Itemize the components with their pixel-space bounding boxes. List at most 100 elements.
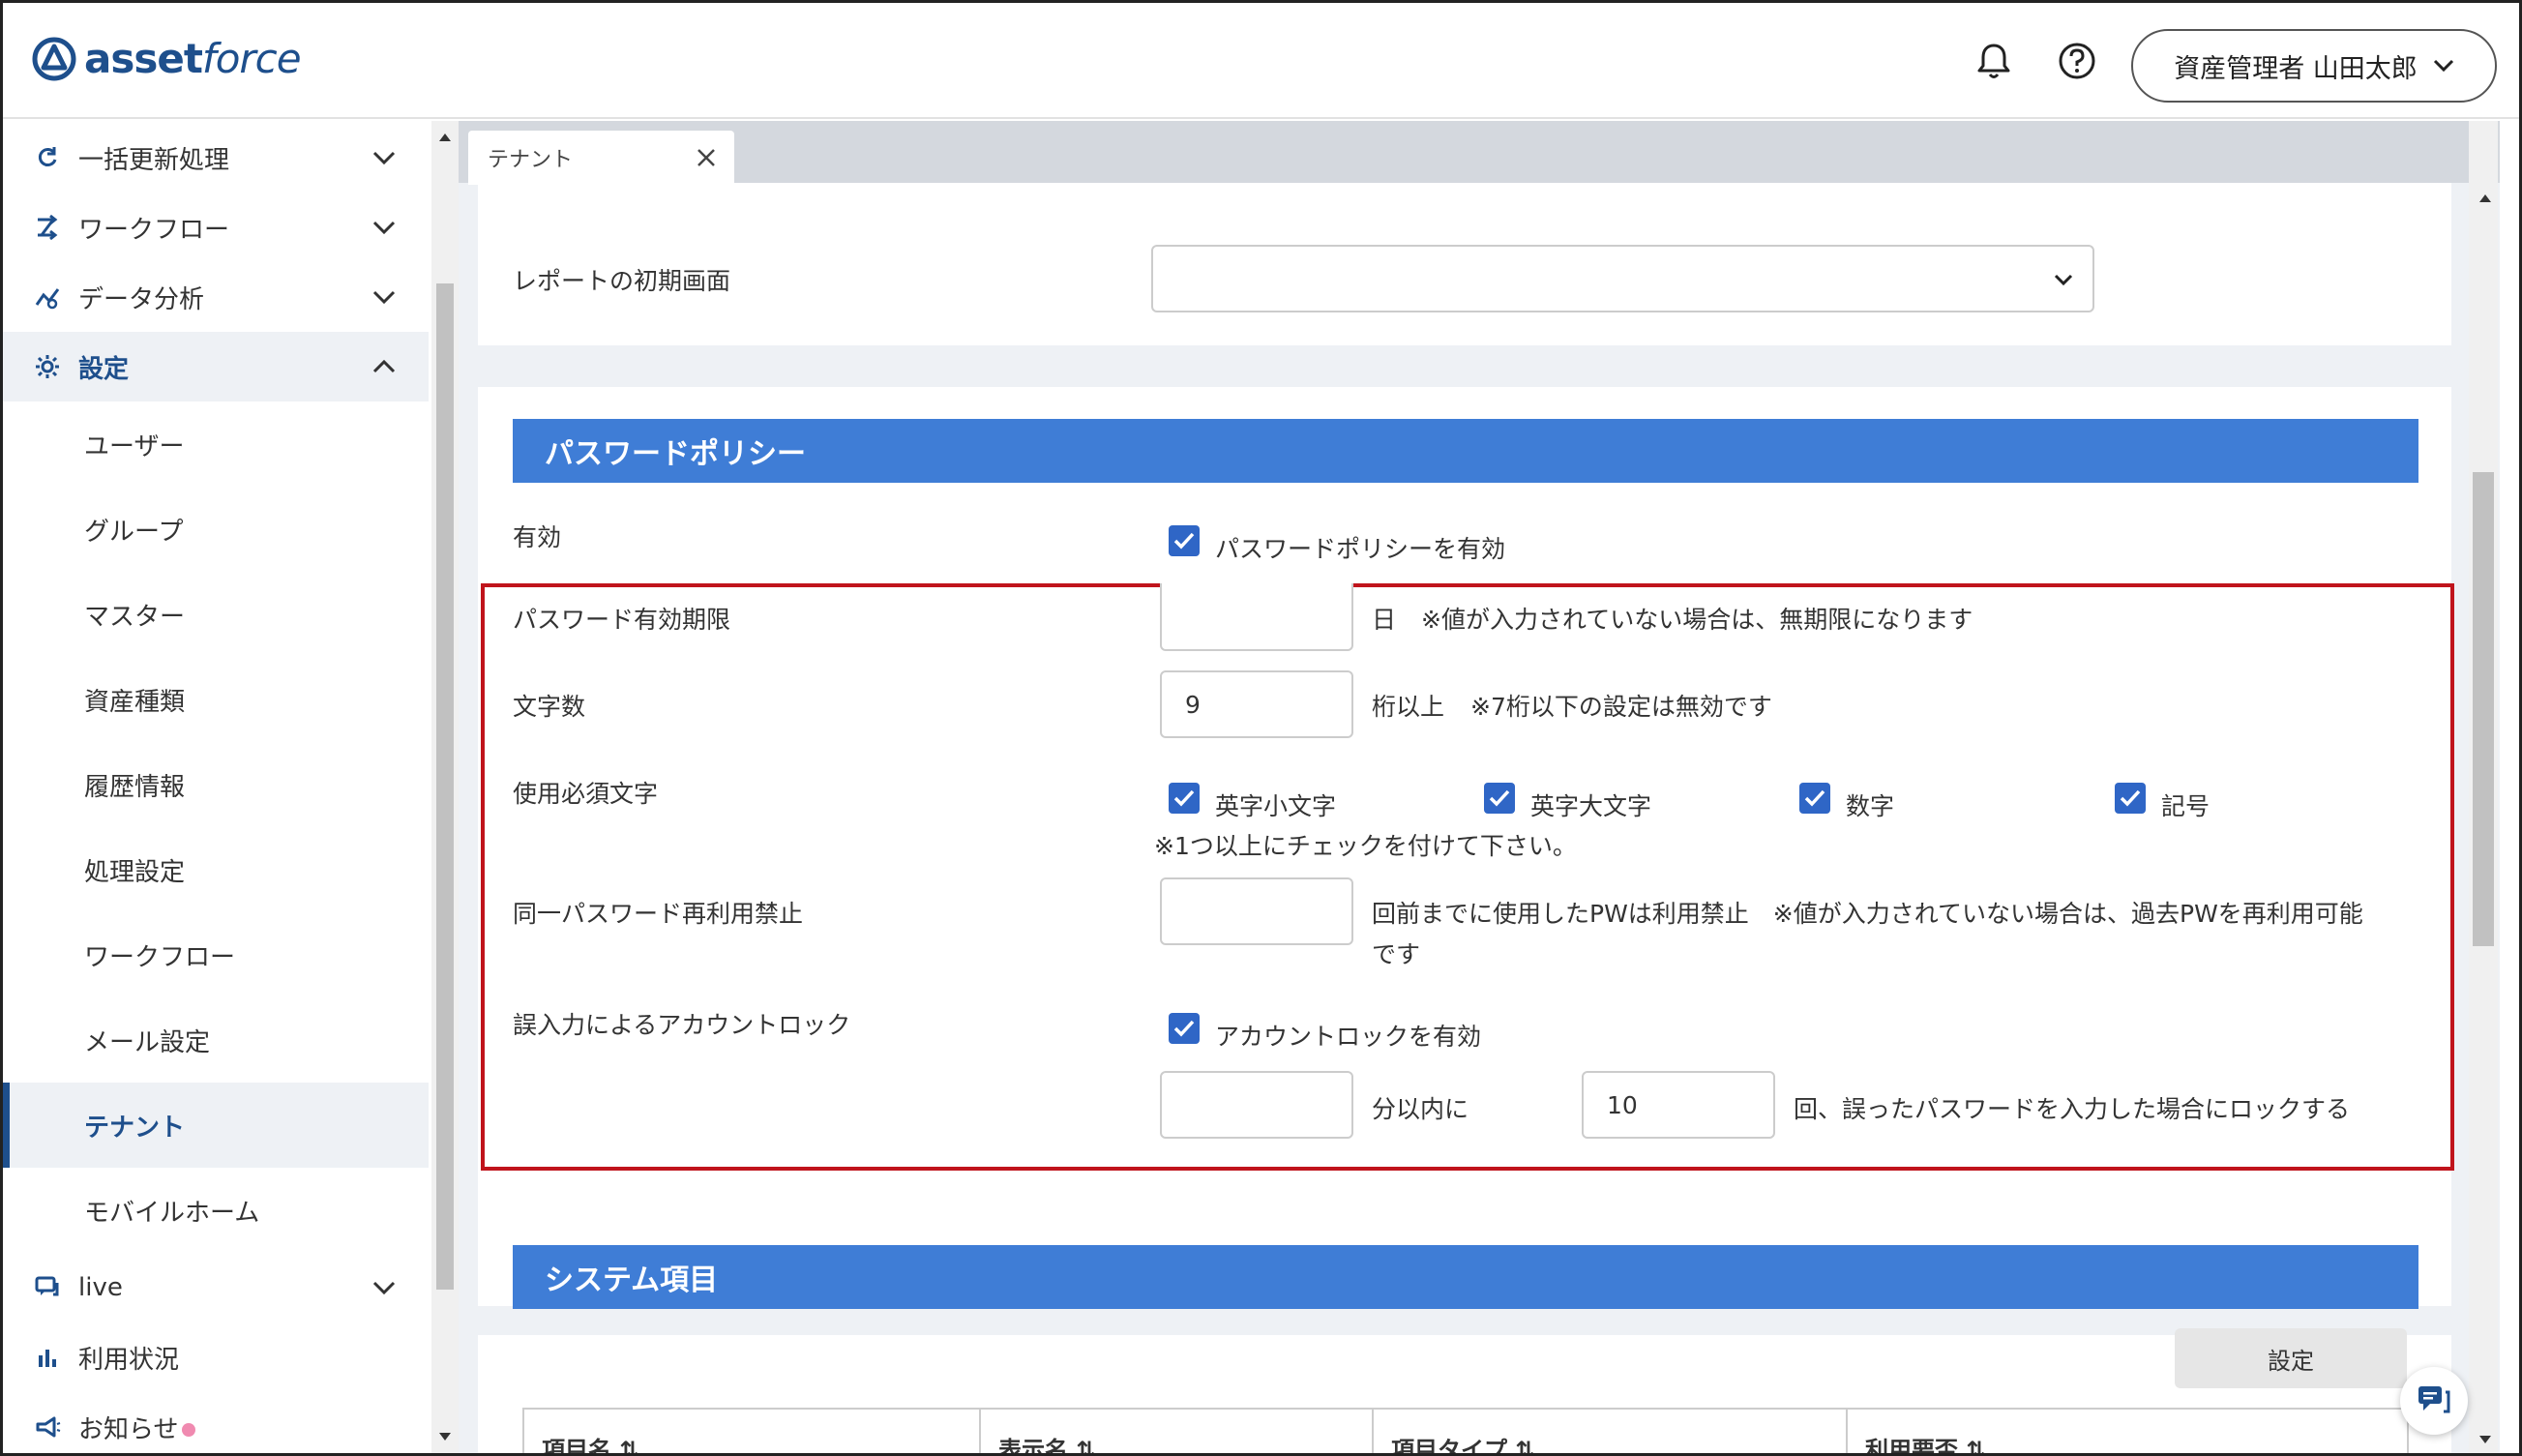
sidebar-subitem-processing[interactable]: 処理設定	[3, 827, 429, 912]
chevron-down-icon	[372, 151, 396, 164]
symbols-label: 記号	[2161, 792, 2210, 820]
lock-count-input[interactable]: 10	[1582, 1071, 1775, 1139]
tab-bar: テナント	[459, 121, 2500, 185]
length-input[interactable]: 9	[1160, 670, 1353, 738]
user-menu-button[interactable]: 資産管理者 山田太郎	[2131, 29, 2497, 103]
sidebar-item-news[interactable]: お知らせ	[3, 1392, 429, 1453]
user-name: 資産管理者 山田太郎	[2174, 53, 2418, 84]
sidebar-item-label: 一括更新処理	[78, 145, 230, 175]
chevron-down-icon	[372, 290, 396, 304]
column-header-display-name[interactable]: 表示名 ⇅	[998, 1431, 1096, 1456]
chat-icon	[2418, 1386, 2450, 1413]
column-header-usage[interactable]: 利用要否 ⇅	[1865, 1431, 1986, 1456]
chevron-down-icon	[2433, 59, 2453, 73]
column-divider	[1372, 1410, 1374, 1453]
workflow-icon	[38, 214, 58, 241]
account-lock-checkbox[interactable]	[1169, 1013, 1200, 1044]
sidebar-item-label: データ分析	[78, 284, 205, 314]
sidebar-item-label: ワークフロー	[78, 215, 230, 245]
refresh-icon	[38, 147, 57, 166]
length-unit: 桁以上	[1372, 693, 1445, 721]
required-chars-label: 使用必須文字	[513, 780, 659, 808]
sidebar-item-label: 設定	[78, 354, 130, 384]
logo[interactable]: assetforce	[32, 35, 302, 82]
expiry-label: パスワード有効期限	[513, 606, 731, 634]
check-icon	[1173, 789, 1195, 807]
logo-text: assetforce	[84, 35, 302, 82]
highlight-box	[481, 583, 2454, 1171]
scroll-up-arrow-icon[interactable]	[2477, 192, 2494, 205]
gear-icon	[36, 355, 59, 378]
sidebar-scrollbar-thumb[interactable]	[436, 283, 454, 1290]
scroll-up-arrow-icon[interactable]	[436, 131, 454, 144]
sidebar-item-label: live	[78, 1273, 123, 1302]
sidebar-item-bulk-update[interactable]: 一括更新処理	[3, 123, 429, 193]
digits-label: 数字	[1846, 792, 1895, 820]
report-initial-label: レポートの初期画面	[513, 267, 731, 295]
length-label: 文字数	[513, 693, 586, 721]
sidebar-item-data-analysis[interactable]: データ分析	[3, 262, 429, 332]
system-items-setting-button[interactable]: 設定	[2175, 1328, 2407, 1388]
check-icon	[2120, 789, 2141, 807]
check-icon	[1173, 532, 1195, 550]
sidebar-item-usage[interactable]: 利用状況	[3, 1322, 429, 1392]
chat-icon	[35, 1276, 59, 1296]
policy-enabled-checkbox[interactable]	[1169, 525, 1200, 556]
scroll-down-arrow-icon[interactable]	[436, 1430, 454, 1443]
reuse-input[interactable]	[1160, 877, 1353, 945]
policy-enabled-checkbox-label: パスワードポリシーを有効	[1215, 535, 1506, 563]
sidebar-subitem-mobile-home[interactable]: モバイルホーム	[3, 1168, 429, 1253]
lowercase-checkbox[interactable]	[1169, 783, 1200, 814]
symbols-checkbox[interactable]	[2115, 783, 2146, 814]
lock-count-note: 回、誤ったパスワードを入力した場合にロックする	[1794, 1095, 2351, 1123]
chat-fab-button[interactable]	[2400, 1367, 2468, 1435]
column-divider	[1846, 1410, 1848, 1453]
help-icon[interactable]	[2056, 40, 2098, 82]
sidebar-subitem-tenant[interactable]: テナント	[3, 1083, 429, 1168]
tab-tenant[interactable]: テナント	[468, 131, 734, 185]
sidebar-item-live[interactable]: live	[3, 1253, 429, 1322]
sidebar-subitem-users[interactable]: ユーザー	[3, 401, 429, 487]
check-icon	[1489, 789, 1510, 807]
expiry-unit: 日	[1372, 606, 1397, 634]
column-header-item-name[interactable]: 項目名 ⇅	[542, 1431, 639, 1456]
chevron-down-icon	[2054, 274, 2073, 285]
digits-checkbox[interactable]	[1799, 783, 1830, 814]
sidebar-subitem-history[interactable]: 履歴情報	[3, 742, 429, 827]
report-initial-select[interactable]	[1151, 245, 2094, 312]
sort-icon: ⇅	[619, 1437, 639, 1456]
lowercase-label: 英字小文字	[1215, 792, 1337, 820]
bar-chart-icon	[39, 1350, 56, 1367]
policy-enabled-label: 有効	[513, 523, 562, 551]
lock-minutes-input[interactable]	[1160, 1071, 1353, 1139]
scroll-down-arrow-icon[interactable]	[2477, 1433, 2494, 1446]
column-header-item-type[interactable]: 項目タイプ ⇅	[1391, 1431, 1535, 1456]
asset-force-logo-icon	[32, 37, 76, 80]
uppercase-checkbox[interactable]	[1484, 783, 1515, 814]
sidebar-item-settings[interactable]: 設定	[3, 332, 429, 401]
sidebar-subitem-asset-types[interactable]: 資産種類	[3, 657, 429, 742]
sidebar-subitem-groups[interactable]: グループ	[3, 487, 429, 572]
chevron-down-icon	[372, 221, 396, 234]
sidebar-subitem-master[interactable]: マスター	[3, 572, 429, 657]
sidebar: 一括更新処理 ワークフロー データ分析 設定 ユーザー グループ マスター 資産…	[3, 121, 429, 1453]
chevron-down-icon	[372, 1281, 396, 1294]
uppercase-label: 英字大文字	[1530, 792, 1652, 820]
reuse-note-line2: です	[1372, 940, 1421, 968]
main-scrollbar-thumb[interactable]	[2473, 472, 2494, 946]
sidebar-item-label: お知らせ	[78, 1410, 196, 1445]
password-policy-header: パスワードポリシー	[513, 419, 2418, 483]
close-icon[interactable]	[696, 147, 717, 168]
sidebar-subitem-mail[interactable]: メール設定	[3, 997, 429, 1083]
unread-dot	[182, 1423, 196, 1437]
sidebar-item-workflow[interactable]: ワークフロー	[3, 193, 429, 262]
bell-icon[interactable]	[1973, 40, 2015, 82]
sort-icon: ⇅	[1076, 1437, 1096, 1456]
check-icon	[1804, 789, 1825, 807]
sort-icon: ⇅	[1966, 1437, 1986, 1456]
analytics-icon	[35, 288, 60, 310]
sort-icon: ⇅	[1515, 1437, 1535, 1456]
expiry-input[interactable]	[1160, 583, 1353, 651]
app-window: assetforce 資産管理者 山田太郎 一括更新処理 ワークフロー データ分…	[0, 0, 2522, 1456]
sidebar-subitem-workflow[interactable]: ワークフロー	[3, 912, 429, 997]
